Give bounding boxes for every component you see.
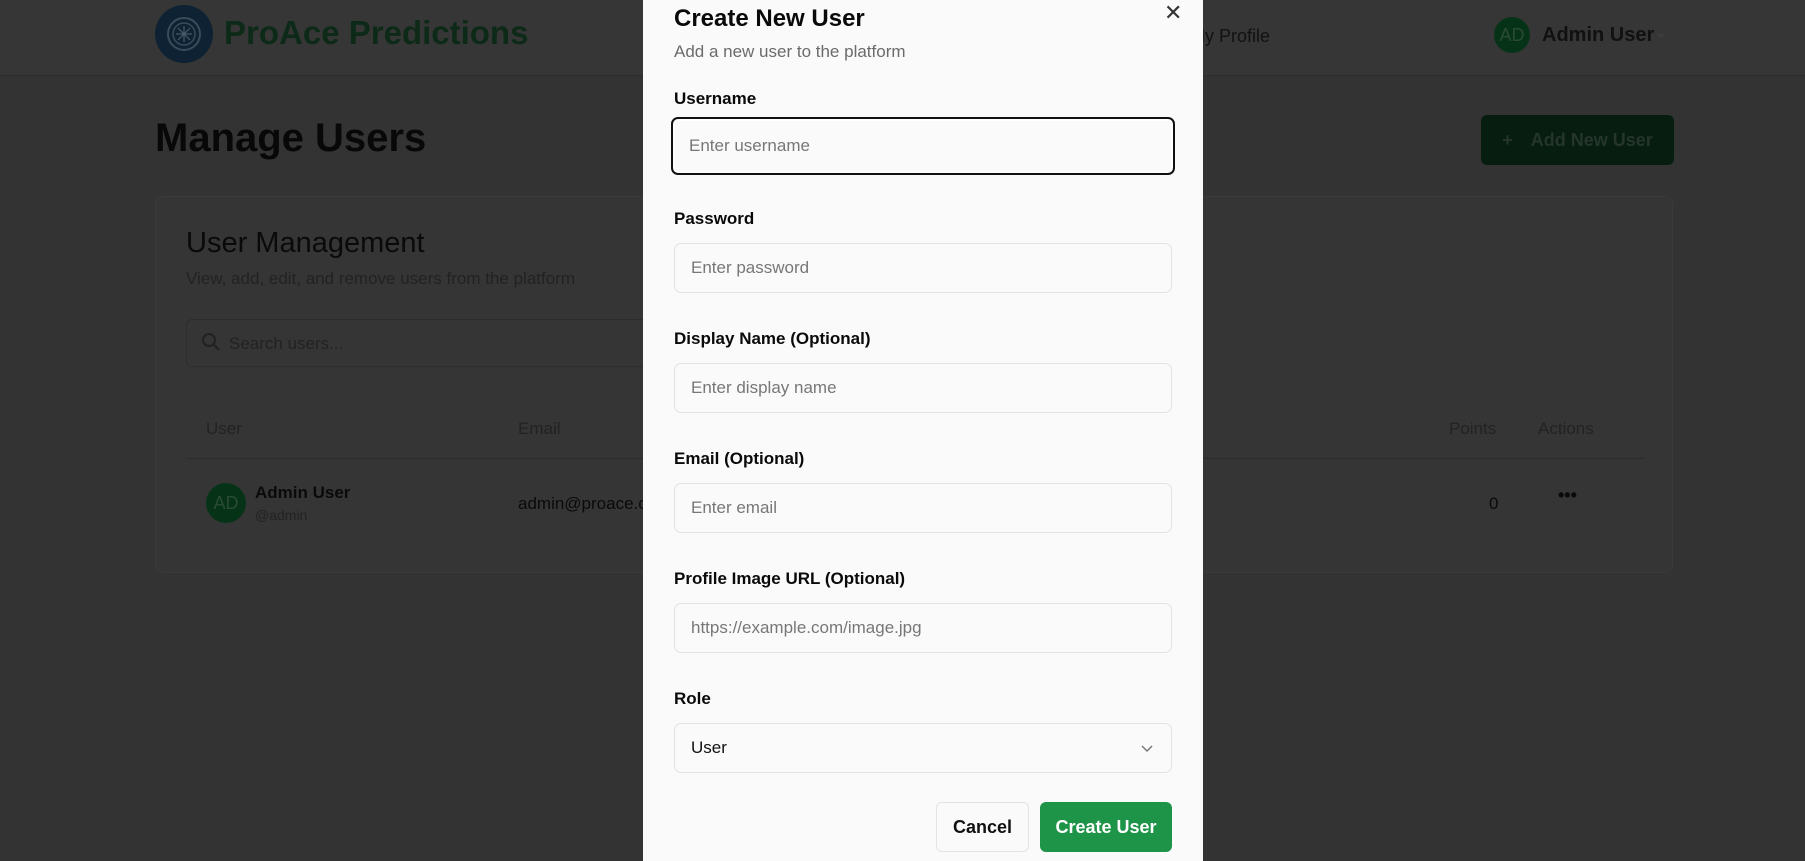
username-label: Username <box>674 89 757 108</box>
user-handle: @admin <box>255 507 308 523</box>
close-icon[interactable]: ✕ <box>1164 0 1182 26</box>
chevron-down-icon <box>1141 745 1153 753</box>
avatar: AD <box>206 483 246 523</box>
plus-icon: + <box>1502 129 1513 150</box>
avatar[interactable]: AD <box>1494 17 1530 53</box>
page-title: Manage Users <box>155 116 427 160</box>
brand-name[interactable]: ProAce Predictions <box>224 14 528 52</box>
logo-icon[interactable] <box>155 5 213 63</box>
role-select[interactable]: User <box>674 723 1172 773</box>
user-name: Admin User <box>255 483 351 502</box>
role-value: User <box>691 738 727 757</box>
user-menu[interactable]: Admin User <box>1542 24 1654 47</box>
dialog-title: Create New User <box>674 5 865 32</box>
chevron-down-icon[interactable]: ⌄ <box>1655 24 1667 41</box>
username-field[interactable] <box>671 117 1175 175</box>
card-title: User Management <box>186 227 425 259</box>
add-user-label: Add New User <box>1530 129 1653 150</box>
search-icon <box>202 333 220 351</box>
column-user: User <box>206 419 242 438</box>
profile-image-url-field[interactable] <box>674 603 1172 653</box>
column-points: Points <box>1449 419 1497 438</box>
create-user-dialog: ✕ Create New User Add a new user to the … <box>643 0 1203 861</box>
password-field[interactable] <box>674 243 1172 293</box>
create-user-button[interactable]: Create User <box>1040 802 1172 852</box>
role-label: Role <box>674 689 711 708</box>
cancel-button[interactable]: Cancel <box>936 802 1029 852</box>
email-field[interactable] <box>674 483 1172 533</box>
user-email: admin@proace.c <box>518 494 647 513</box>
user-points: 0 <box>1489 494 1499 513</box>
dialog-subtitle: Add a new user to the platform <box>674 42 906 61</box>
column-email: Email <box>518 419 561 438</box>
profile-image-label: Profile Image URL (Optional) <box>674 569 906 588</box>
card-subtitle: View, add, edit, and remove users from t… <box>186 269 575 288</box>
display-name-label: Display Name (Optional) <box>674 329 871 348</box>
add-user-button[interactable]: + Add New User <box>1481 115 1674 165</box>
search-placeholder: Search users... <box>229 334 344 353</box>
display-name-field[interactable] <box>674 363 1172 413</box>
column-actions: Actions <box>1538 419 1594 438</box>
more-actions-icon[interactable]: ••• <box>1558 485 1577 506</box>
password-label: Password <box>674 209 755 228</box>
email-label: Email (Optional) <box>674 449 805 468</box>
